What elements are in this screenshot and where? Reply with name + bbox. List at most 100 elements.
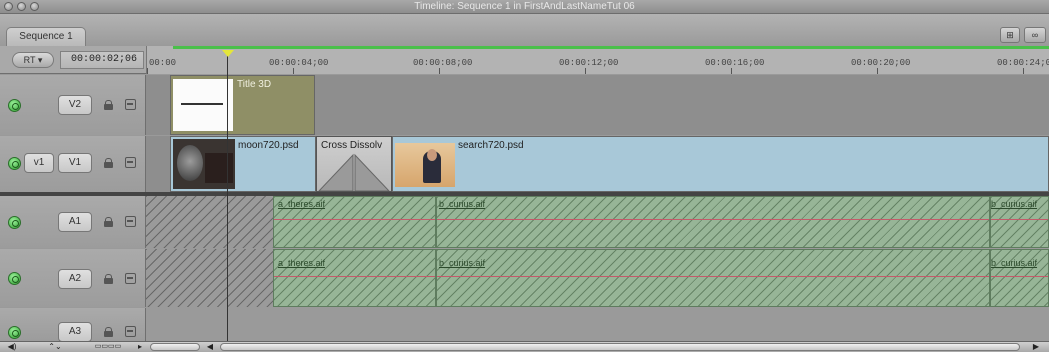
speaker-icon[interactable] — [8, 216, 21, 229]
ruler-tick — [439, 68, 440, 74]
audio-level-line — [274, 219, 435, 220]
rt-label: RT — [23, 55, 36, 65]
transition-cross-dissolve[interactable]: Cross Dissolv — [316, 136, 392, 192]
snapping-icon[interactable]: ⊞ — [1000, 27, 1020, 43]
playhead-line[interactable] — [227, 56, 228, 346]
ruler-label: 00:00:20;00 — [851, 58, 911, 68]
track-patch-v1[interactable]: V1 — [58, 153, 92, 173]
clip-overlays-icon[interactable]: ⌃⌄ — [44, 342, 66, 352]
ruler-tick — [293, 68, 294, 74]
clip-b-curius[interactable]: b_curius.aif — [436, 249, 990, 307]
clip-a-theres[interactable]: a_theres.aif — [273, 249, 436, 307]
audio-level-line — [274, 276, 435, 277]
audio-level-line — [991, 276, 1048, 277]
track-header-a3: A3 — [0, 308, 146, 342]
audio-level-line — [437, 276, 989, 277]
link-icon[interactable] — [125, 157, 136, 168]
track-visibility-icon[interactable] — [8, 157, 21, 170]
clip-label: moon720.psd — [238, 140, 299, 151]
link-icon[interactable] — [125, 273, 136, 284]
clip-b-curius-end[interactable]: b_curius.aif — [990, 249, 1049, 307]
ruler-label: 00:00:04;00 — [269, 58, 329, 68]
clip-thumbnail — [173, 79, 233, 131]
ruler-label: 00:00:16;00 — [705, 58, 765, 68]
clip-label: a_theres.aif — [278, 258, 326, 268]
ruler-tick — [877, 68, 878, 74]
track-height-icon[interactable]: ▭▭▭▭ — [90, 342, 126, 352]
track-patch-v2[interactable]: V2 — [58, 95, 92, 115]
track-a1: A1 a_theres.aif b_curius.aif b_curius.ai… — [0, 196, 1049, 248]
track-patch-a2[interactable]: A2 — [58, 269, 92, 289]
track-header-v2: V2 — [0, 75, 146, 135]
window-title: Timeline: Sequence 1 in FirstAndLastName… — [414, 1, 635, 12]
lock-icon[interactable] — [104, 158, 113, 168]
rt-menu-button[interactable]: RT ▾ — [12, 52, 54, 68]
clip-moon720[interactable]: moon720.psd — [170, 136, 316, 192]
clip-label: b_curius.aif — [991, 258, 1038, 268]
track-content-a1: a_theres.aif b_curius.aif b_curius.aif — [146, 196, 1049, 248]
link-icon[interactable] — [125, 326, 136, 337]
scroll-left-arrow-icon[interactable]: ◀ — [204, 342, 216, 352]
ruler-row: RT ▾ 00:00:02;06 00:00 00:00:04;00 00:00… — [0, 46, 1049, 74]
track-a2: A2 a_theres.aif b_curius.aif b_curius.ai… — [0, 249, 1049, 307]
clip-label: search720.psd — [458, 140, 524, 151]
ruler-label: 00:00 — [149, 58, 177, 68]
scroll-right-arrow-icon[interactable]: ▶ — [1030, 342, 1042, 352]
clip-thumbnail — [395, 143, 455, 187]
clip-b-curius-end[interactable]: b_curius.aif — [990, 196, 1049, 248]
track-header-a2: A2 — [0, 249, 146, 307]
track-content-a2: a_theres.aif b_curius.aif b_curius.aif — [146, 249, 1049, 307]
track-header-v1: v1 V1 — [0, 136, 146, 192]
clip-label: b_curius.aif — [439, 258, 486, 268]
speaker-icon[interactable] — [8, 326, 21, 339]
track-patch-a1[interactable]: A1 — [58, 212, 92, 232]
window-titlebar: Timeline: Sequence 1 in FirstAndLastName… — [0, 0, 1049, 14]
linking-icon[interactable]: ∞ — [1024, 27, 1046, 43]
ruler-tick — [731, 68, 732, 74]
ruler-tick — [1023, 68, 1024, 74]
lock-icon[interactable] — [104, 100, 113, 110]
timeline-ruler[interactable]: 00:00 00:00:04;00 00:00:08;00 00:00:12;0… — [146, 46, 1049, 74]
track-header-a1: A1 — [0, 196, 146, 248]
link-icon[interactable] — [125, 99, 136, 110]
ruler-label: 00:00:12;00 — [559, 58, 619, 68]
clip-a-theres[interactable]: a_theres.aif — [273, 196, 436, 248]
render-status-bar — [173, 46, 1049, 49]
audio-level-line — [991, 219, 1048, 220]
audio-level-line — [437, 219, 989, 220]
clip-label: a_theres.aif — [278, 199, 326, 209]
dissolve-wedge-icon — [318, 153, 390, 191]
clip-label: b_curius.aif — [439, 199, 486, 209]
lock-icon[interactable] — [104, 327, 113, 337]
clip-label: Title 3D — [237, 79, 272, 90]
speaker-icon[interactable] — [8, 272, 21, 285]
clip-title-3d[interactable]: Title 3D — [170, 75, 315, 135]
clip-b-curius[interactable]: b_curius.aif — [436, 196, 990, 248]
timecode-field[interactable]: 00:00:02;06 — [60, 51, 144, 69]
zoom-slider-icon[interactable] — [150, 343, 200, 351]
track-content-v1: moon720.psd Cross Dissolv search720.psd — [146, 136, 1049, 192]
zoom-left-arrow-icon[interactable]: ▸ — [134, 342, 146, 352]
track-visibility-icon[interactable] — [8, 99, 21, 112]
track-v1: v1 V1 moon720.psd Cross Dissolv search72… — [0, 136, 1049, 192]
ruler-label: 00:00:08;00 — [413, 58, 473, 68]
track-content-v2: Title 3D — [146, 75, 1049, 135]
clip-thumbnail — [173, 139, 235, 189]
horizontal-scrollbar-thumb[interactable] — [220, 343, 1020, 351]
speaker-toggle-icon[interactable]: ◀) — [6, 342, 18, 352]
tab-bar: Sequence 1 ⊞ ∞ — [0, 14, 1049, 46]
track-content-a3 — [146, 308, 1049, 341]
playhead-marker-icon[interactable] — [222, 50, 234, 57]
track-a3: A3 — [0, 308, 1049, 342]
clip-search720[interactable]: search720.psd — [392, 136, 1049, 192]
timeline-bottom-bar: ◀) ⌃⌄ ▭▭▭▭ ▸ ◀ ▶ — [0, 341, 1049, 352]
ruler-label: 00:00:24;0 — [997, 58, 1049, 68]
source-patch-v1[interactable]: v1 — [24, 153, 54, 173]
track-patch-a3[interactable]: A3 — [58, 322, 92, 342]
lock-icon[interactable] — [104, 217, 113, 227]
link-icon[interactable] — [125, 216, 136, 227]
lock-icon[interactable] — [104, 274, 113, 284]
tab-sequence-1[interactable]: Sequence 1 — [6, 27, 86, 46]
track-v2: V2 Title 3D — [0, 75, 1049, 135]
ruler-tick — [147, 68, 148, 74]
